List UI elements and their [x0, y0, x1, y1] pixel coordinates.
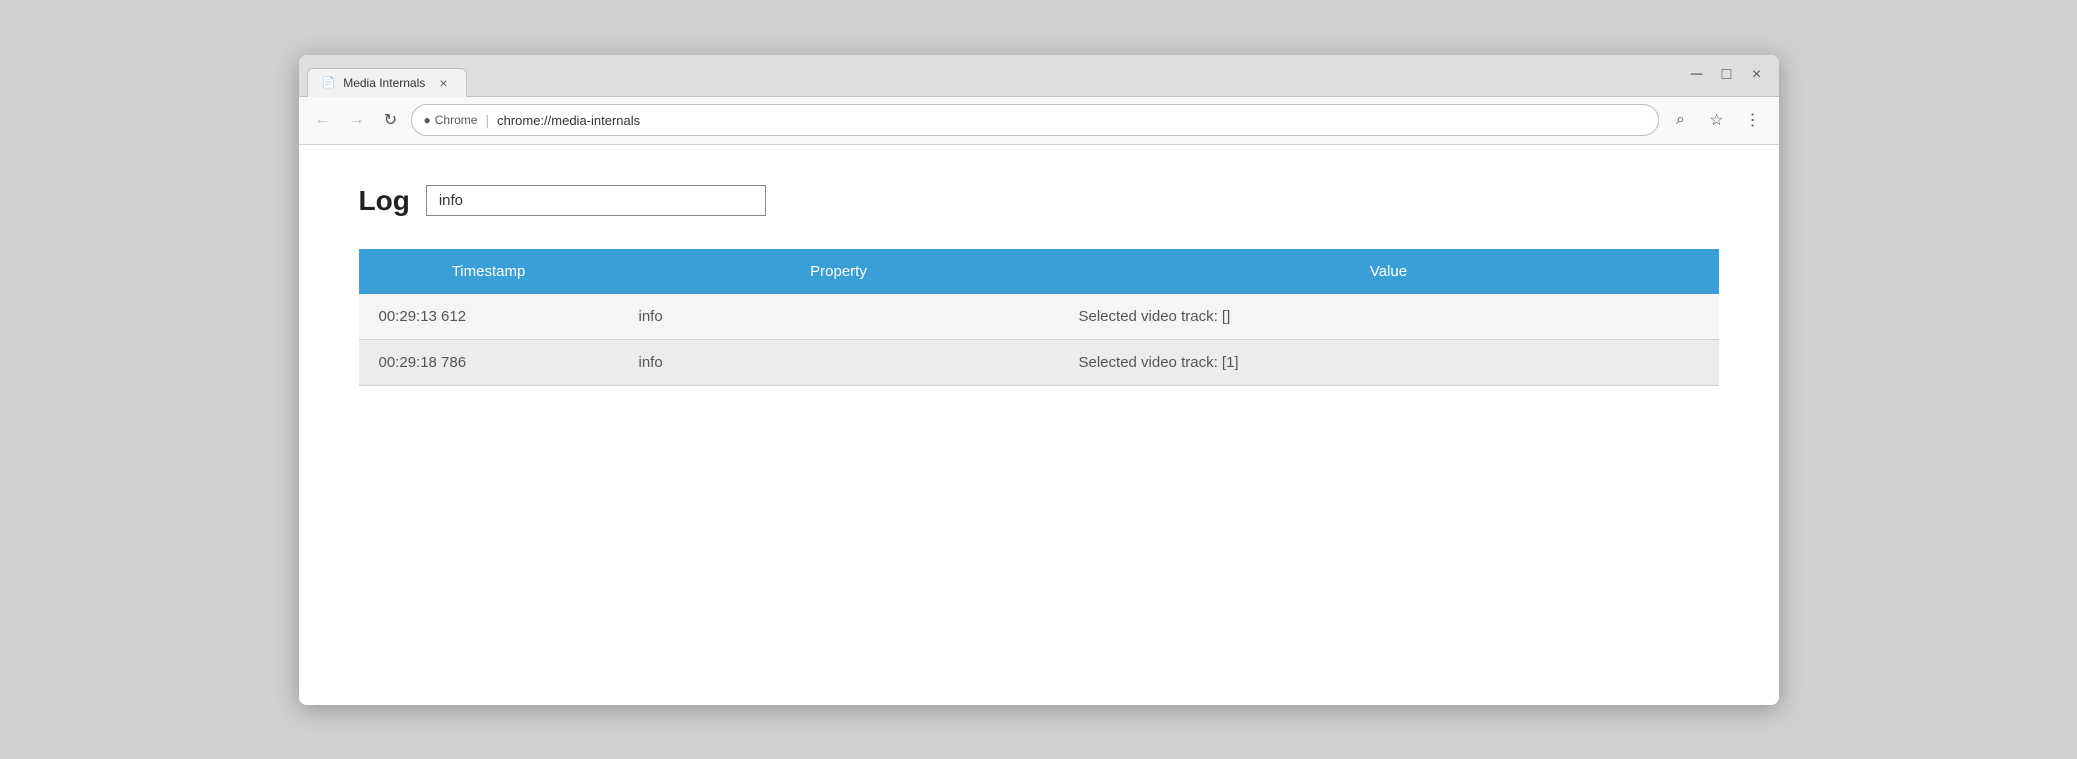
- toolbar-right: ⌕ ☆ ⋮: [1665, 104, 1769, 136]
- tab-close-button[interactable]: ×: [436, 75, 452, 91]
- secure-icon: ●: [424, 113, 431, 127]
- bookmark-button[interactable]: ☆: [1701, 104, 1733, 136]
- browser-window: 📄 Media Internals × ─ □ × ← → ↻ ● Chrome…: [299, 55, 1779, 705]
- cell-timestamp: 00:29:18 786: [359, 339, 619, 385]
- reload-button[interactable]: ↻: [377, 106, 405, 134]
- log-section: Log: [359, 185, 1719, 217]
- maximize-button[interactable]: □: [1713, 61, 1741, 89]
- cell-property: info: [619, 294, 1059, 340]
- page-content: Log Timestamp Property Value 00:29:13 61…: [299, 145, 1779, 705]
- back-button[interactable]: ←: [309, 106, 337, 134]
- address-divider: |: [485, 112, 489, 128]
- cell-timestamp: 00:29:13 612: [359, 294, 619, 340]
- cell-property: info: [619, 339, 1059, 385]
- secure-label: Chrome: [435, 113, 478, 127]
- cell-value: Selected video track: [1]: [1059, 339, 1719, 385]
- menu-button[interactable]: ⋮: [1737, 104, 1769, 136]
- log-label: Log: [359, 185, 410, 217]
- search-zoom-button[interactable]: ⌕: [1665, 104, 1697, 136]
- table-row: 00:29:13 612infoSelected video track: []: [359, 294, 1719, 340]
- address-input[interactable]: [497, 113, 1645, 128]
- close-button[interactable]: ×: [1743, 61, 1771, 89]
- tab-title: Media Internals: [343, 76, 427, 90]
- data-table: Timestamp Property Value 00:29:13 612inf…: [359, 249, 1719, 386]
- tab-area: 📄 Media Internals ×: [299, 55, 1675, 96]
- title-bar: 📄 Media Internals × ─ □ ×: [299, 55, 1779, 97]
- window-controls: ─ □ ×: [1675, 55, 1779, 96]
- col-header-property: Property: [619, 249, 1059, 294]
- table-header-row: Timestamp Property Value: [359, 249, 1719, 294]
- new-tab-placeholder: [471, 66, 505, 96]
- forward-button[interactable]: →: [343, 106, 371, 134]
- secure-indicator: ● Chrome: [424, 113, 478, 127]
- browser-tab[interactable]: 📄 Media Internals ×: [307, 68, 467, 97]
- address-input-wrap: ● Chrome |: [411, 104, 1659, 136]
- col-header-value: Value: [1059, 249, 1719, 294]
- cell-value: Selected video track: []: [1059, 294, 1719, 340]
- minimize-button[interactable]: ─: [1683, 61, 1711, 89]
- address-bar: ← → ↻ ● Chrome | ⌕ ☆ ⋮: [299, 97, 1779, 145]
- table-row: 00:29:18 786infoSelected video track: [1…: [359, 339, 1719, 385]
- tab-page-icon: 📄: [322, 76, 336, 89]
- col-header-timestamp: Timestamp: [359, 249, 619, 294]
- log-input[interactable]: [426, 185, 766, 216]
